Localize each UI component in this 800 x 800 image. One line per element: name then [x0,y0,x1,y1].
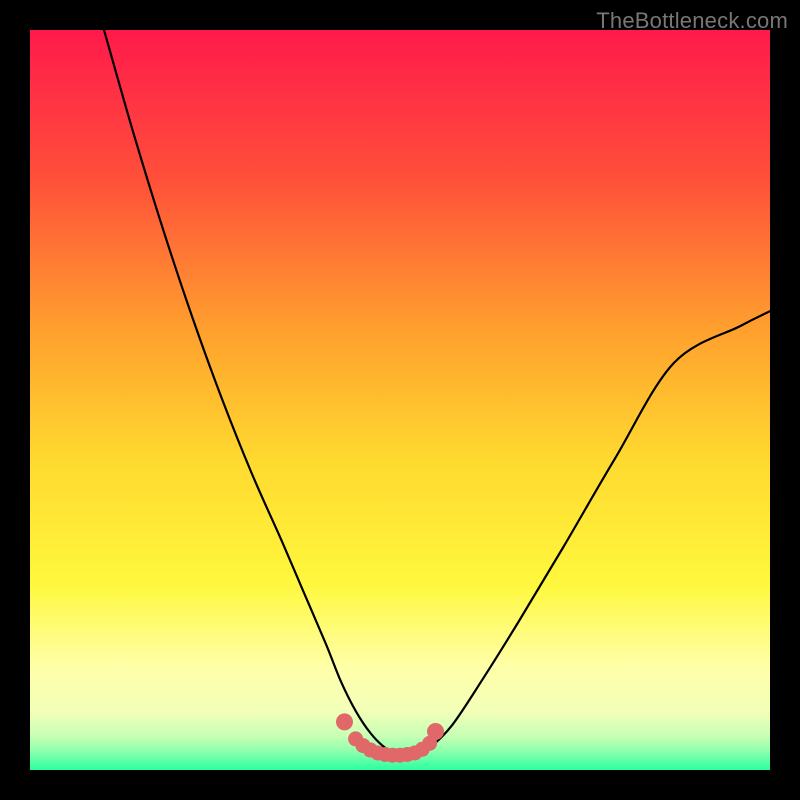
chart-svg [30,30,770,770]
watermark-text: TheBottleneck.com [596,8,788,34]
bottom-marker [336,713,353,730]
bottom-marker [427,723,444,740]
gradient-background [30,30,770,770]
chart-frame: TheBottleneck.com [0,0,800,800]
chart-plot-area [30,30,770,770]
